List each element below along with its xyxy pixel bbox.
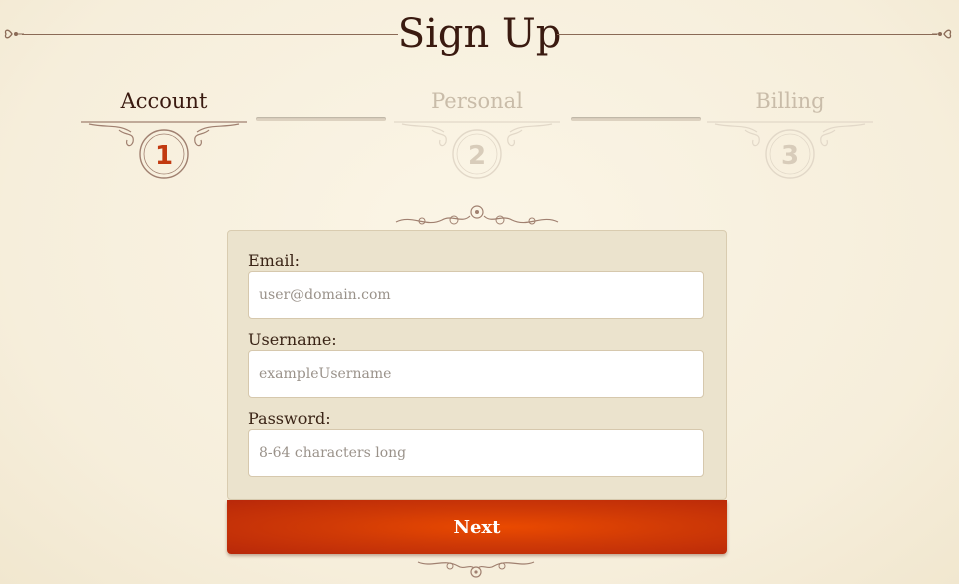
step-account[interactable]: Account 1 (79, 84, 249, 184)
username-label: Username: (248, 330, 337, 349)
username-field[interactable] (248, 350, 704, 398)
step-1-medallion-icon: 1 (81, 121, 247, 179)
step-2-medallion-icon: 2 (394, 121, 560, 179)
step-number: 1 (155, 141, 173, 171)
page-header: Sign Up (0, 0, 959, 70)
email-field[interactable] (248, 271, 704, 319)
scroll-ornament-bottom-icon (417, 561, 535, 578)
header-rule-right (557, 34, 937, 35)
next-button[interactable]: Next (227, 500, 727, 554)
step-number: 3 (781, 141, 799, 171)
step-personal[interactable]: Personal 2 (392, 84, 562, 184)
step-label: Billing (755, 89, 825, 113)
signup-form: Email: Username: Password: (227, 230, 727, 500)
password-label: Password: (248, 409, 331, 428)
step-billing[interactable]: Billing 3 (705, 84, 875, 184)
scroll-ornament-icon (395, 205, 559, 225)
step-label: Personal (431, 89, 523, 113)
step-3-medallion-icon: 3 (707, 121, 873, 179)
step-connector-2-3 (571, 117, 701, 121)
step-label: Account (120, 89, 208, 113)
step-connector-1-2 (256, 117, 386, 121)
password-field[interactable] (248, 429, 704, 477)
fleur-right-icon (932, 29, 952, 39)
email-label: Email: (248, 251, 301, 270)
step-number: 2 (468, 141, 486, 171)
